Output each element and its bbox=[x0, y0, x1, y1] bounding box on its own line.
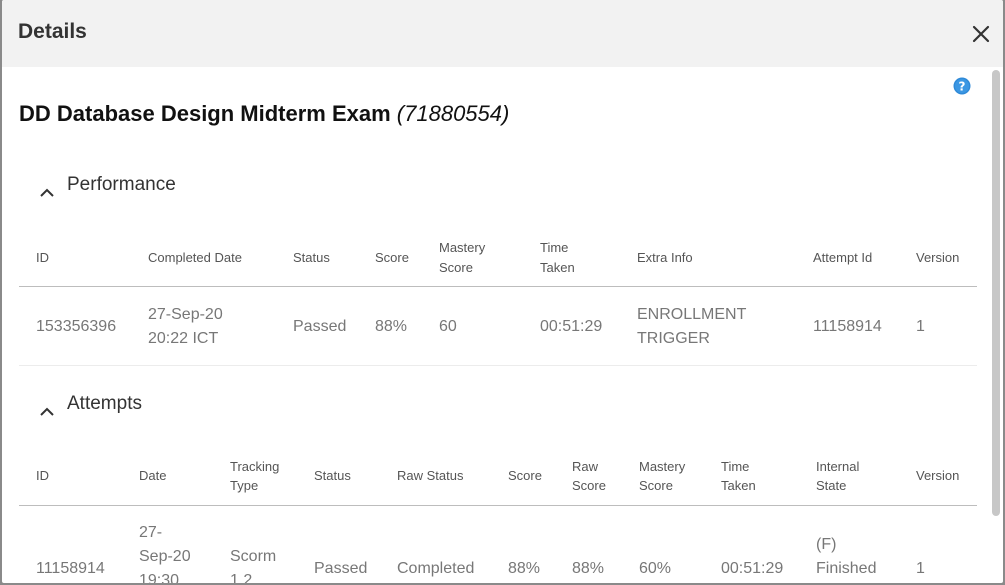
cell-version: 1 bbox=[916, 318, 925, 335]
close-button[interactable] bbox=[969, 22, 993, 46]
exam-title: DD Database Design Midterm Exam (7188055… bbox=[19, 101, 509, 127]
performance-heading: Performance bbox=[67, 174, 176, 195]
details-dialog: Details ? DD Database Design Midterm Exa… bbox=[2, 0, 1003, 583]
table-header-divider bbox=[19, 286, 977, 287]
col-header-id: ID bbox=[36, 250, 49, 265]
col-header-raw-status: Raw Status bbox=[397, 468, 464, 483]
col-header-score: Score bbox=[375, 250, 409, 265]
col-header-time-line1: Time bbox=[721, 459, 750, 474]
col-header-internal-state-line2: State bbox=[816, 478, 847, 493]
chevron-up-icon bbox=[40, 407, 54, 416]
exam-name: DD Database Design Midterm Exam bbox=[19, 101, 391, 126]
cell-extra-line2: TRIGGER bbox=[637, 330, 710, 347]
cell-id: 153356396 bbox=[36, 318, 117, 335]
cell-score: 88% bbox=[508, 560, 541, 577]
col-header-date: Date bbox=[139, 468, 167, 483]
cell-time: 00:51:29 bbox=[540, 318, 603, 335]
col-header-attempt-id: Attempt Id bbox=[813, 250, 873, 265]
col-header-time-line1: Time bbox=[540, 240, 569, 255]
col-header-mastery-line1: Mastery bbox=[639, 459, 686, 474]
chevron-up-icon bbox=[40, 188, 54, 197]
dialog-title: Details bbox=[18, 20, 87, 43]
col-header-status: Status bbox=[293, 250, 330, 265]
cell-date-line2: 20:22 ICT bbox=[148, 330, 219, 347]
cell-raw-status: Completed bbox=[397, 560, 475, 577]
cell-internal-state-line1: (F) bbox=[816, 536, 837, 553]
table-header-divider bbox=[19, 505, 977, 506]
cell-date-line1: 27- bbox=[139, 524, 163, 541]
cell-status: Passed bbox=[293, 318, 347, 335]
col-header-internal-state-line1: Internal bbox=[816, 459, 860, 474]
cell-date-line2: Sep-20 bbox=[139, 548, 191, 565]
col-header-raw-score-line1: Raw bbox=[572, 459, 599, 474]
cell-mastery: 60 bbox=[439, 318, 457, 335]
col-header-mastery-line1: Mastery bbox=[439, 240, 486, 255]
col-header-tracking-line1: Tracking bbox=[230, 459, 280, 474]
cell-internal-state-line2: Finished bbox=[816, 560, 877, 577]
exam-id: (71880554) bbox=[396, 101, 510, 126]
dialog-header: Details bbox=[2, 0, 1003, 67]
cell-attempt-id: 11158914 bbox=[813, 318, 882, 335]
col-header-mastery-line2: Score bbox=[439, 260, 473, 275]
attempts-section-toggle[interactable]: Attempts bbox=[39, 393, 279, 425]
attempts-heading: Attempts bbox=[67, 393, 142, 414]
table-row-divider bbox=[19, 365, 977, 366]
col-header-score: Score bbox=[508, 468, 542, 483]
col-header-mastery-line2: Score bbox=[639, 478, 673, 493]
col-header-extra-info: Extra Info bbox=[637, 250, 693, 265]
col-header-status: Status bbox=[314, 468, 351, 483]
col-header-version: Version bbox=[916, 468, 960, 483]
cell-id: 11158914 bbox=[36, 560, 105, 577]
details-content: DD Database Design Midterm Exam (7188055… bbox=[19, 67, 977, 583]
cell-raw-score: 88% bbox=[572, 560, 605, 577]
cell-time: 00:51:29 bbox=[721, 560, 784, 577]
cell-date-line1: 27-Sep-20 bbox=[148, 306, 223, 323]
col-header-time-line2: Taken bbox=[540, 260, 575, 275]
col-header-raw-score-line2: Score bbox=[572, 478, 606, 493]
scrollbar-thumb[interactable] bbox=[992, 70, 1000, 516]
col-header-time-line2: Taken bbox=[721, 478, 756, 493]
cell-status: Passed bbox=[314, 560, 368, 577]
cell-version: 1 bbox=[916, 560, 925, 577]
cell-mastery: 60% bbox=[639, 560, 672, 577]
col-header-version: Version bbox=[916, 250, 960, 265]
close-icon bbox=[972, 25, 990, 43]
performance-section-toggle[interactable]: Performance bbox=[39, 174, 279, 206]
col-header-completed-date: Completed Date bbox=[148, 250, 242, 265]
col-header-tracking-line2: Type bbox=[230, 478, 259, 493]
cell-tracking-line2: 1.2 bbox=[230, 572, 253, 583]
col-header-id: ID bbox=[36, 468, 49, 483]
cell-date-line3: 19:30 bbox=[139, 572, 180, 583]
cell-score: 88% bbox=[375, 318, 408, 335]
cell-tracking-line1: Scorm bbox=[230, 548, 277, 565]
cell-extra-line1: ENROLLMENT bbox=[637, 306, 747, 323]
